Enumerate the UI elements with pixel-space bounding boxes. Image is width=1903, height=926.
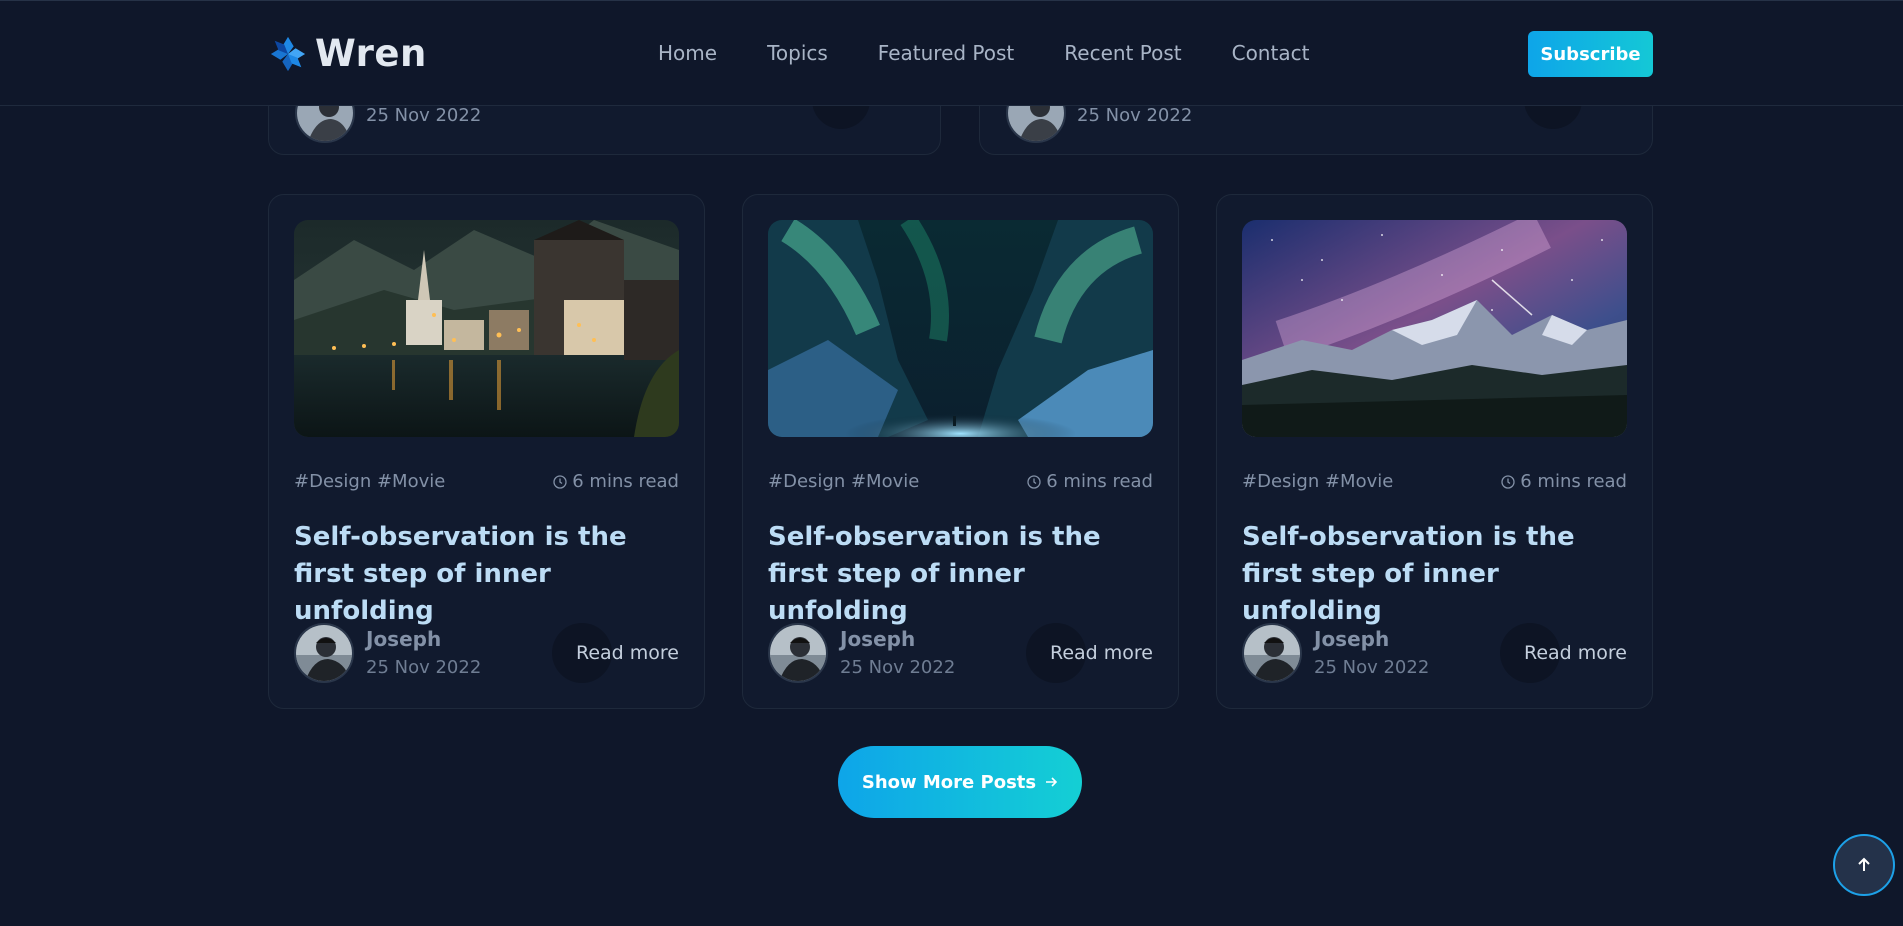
show-more-label: Show More Posts	[861, 771, 1037, 793]
author-avatar	[768, 623, 828, 683]
post-card[interactable]: #Design #Movie 6 mins read Self-observat…	[742, 194, 1179, 709]
post-tags[interactable]: #Design #Movie	[768, 471, 919, 492]
post-title[interactable]: Self-observation is the first step of in…	[294, 519, 679, 630]
post-title[interactable]: Self-observation is the first step of in…	[1242, 519, 1627, 630]
read-more-label: Read more	[1050, 642, 1153, 664]
post-date: 25 Nov 2022	[366, 657, 482, 678]
post-date: 25 Nov 2022	[840, 657, 956, 678]
brand-logo[interactable]: Wren	[269, 32, 427, 75]
arrow-right-icon	[1046, 777, 1058, 787]
read-time: 6 mins read	[1501, 471, 1627, 492]
arrow-up-icon	[1858, 857, 1870, 871]
author-name[interactable]: Joseph	[366, 627, 441, 651]
read-time-label: 6 mins read	[1520, 471, 1627, 492]
post-date: 25 Nov 2022	[1077, 105, 1193, 126]
show-more-posts-button[interactable]: Show More Posts	[838, 746, 1082, 818]
author-name[interactable]: Joseph	[1314, 627, 1389, 651]
post-title[interactable]: Self-observation is the first step of in…	[768, 519, 1153, 630]
read-time-label: 6 mins read	[1046, 471, 1153, 492]
snowflake-logo-icon	[270, 36, 306, 71]
author-avatar	[294, 623, 354, 683]
read-more-label: Read more	[1524, 642, 1627, 664]
read-time: 6 mins read	[1027, 471, 1153, 492]
subscribe-button[interactable]: Subscribe	[1528, 31, 1653, 77]
read-more-button[interactable]: Read more	[552, 623, 679, 683]
post-tags[interactable]: #Design #Movie	[1242, 471, 1393, 492]
main-nav: Home Topics Featured Post Recent Post Co…	[658, 41, 1309, 65]
post-date: 25 Nov 2022	[1314, 657, 1430, 678]
read-more-button[interactable]: Read more	[1026, 623, 1153, 683]
read-time-label: 6 mins read	[572, 471, 679, 492]
read-time: 6 mins read	[553, 471, 679, 492]
post-card[interactable]: #Design #Movie 6 mins read Self-observat…	[268, 194, 705, 709]
nav-featured-post[interactable]: Featured Post	[878, 41, 1014, 65]
read-more-button[interactable]: Read more	[1500, 623, 1627, 683]
post-image-lakeside-village[interactable]	[294, 220, 679, 437]
post-card[interactable]: #Design #Movie 6 mins read Self-observat…	[1216, 194, 1653, 709]
author-name[interactable]: Joseph	[840, 627, 915, 651]
clock-icon	[553, 474, 567, 489]
clock-icon	[1027, 474, 1041, 489]
post-date: 25 Nov 2022	[366, 105, 482, 126]
clock-icon	[1501, 474, 1515, 489]
post-image-milky-way-mountains[interactable]	[1242, 220, 1627, 437]
brand-name: Wren	[315, 32, 427, 75]
back-to-top-button[interactable]	[1833, 834, 1895, 896]
nav-topics[interactable]: Topics	[767, 41, 828, 65]
post-image-aurora-canyon[interactable]	[768, 220, 1153, 437]
post-tags[interactable]: #Design #Movie	[294, 471, 445, 492]
site-header: Wren Home Topics Featured Post Recent Po…	[0, 0, 1903, 106]
nav-home[interactable]: Home	[658, 41, 717, 65]
nav-contact[interactable]: Contact	[1232, 41, 1310, 65]
nav-recent-post[interactable]: Recent Post	[1064, 41, 1181, 65]
read-more-label: Read more	[576, 642, 679, 664]
author-avatar	[1242, 623, 1302, 683]
